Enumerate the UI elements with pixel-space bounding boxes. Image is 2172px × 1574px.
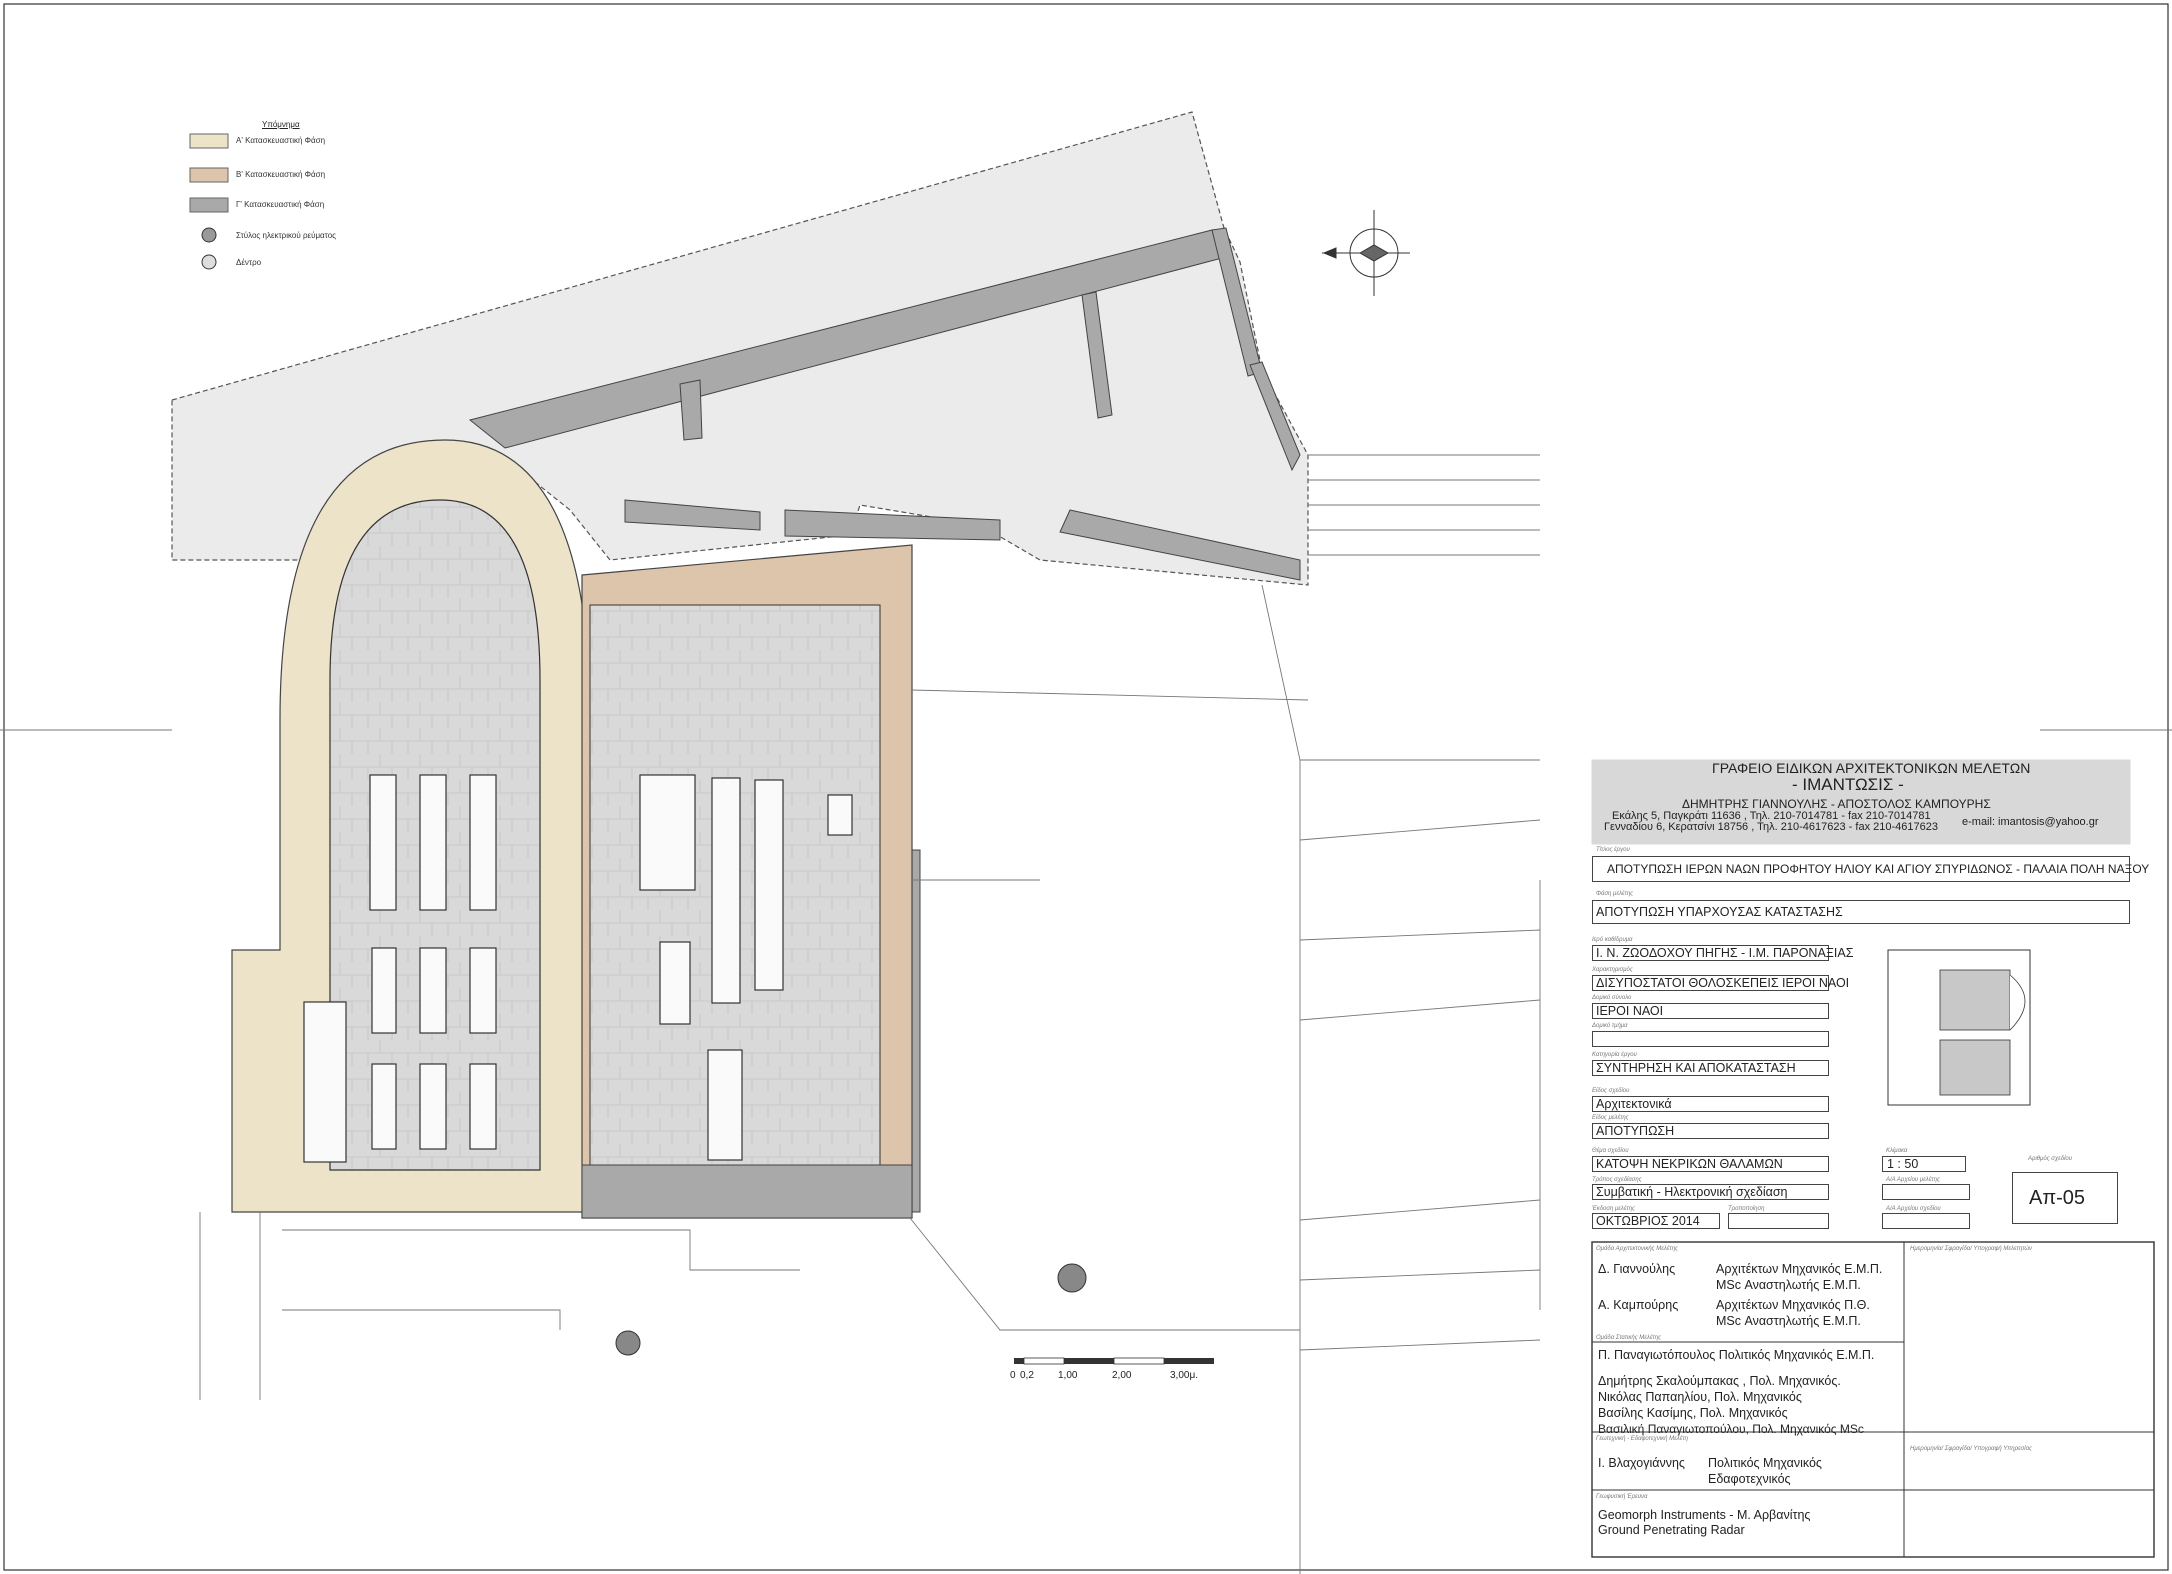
phase-label: Φάση μελέτης [1596, 891, 1634, 897]
geo-title-2: Εδαφοτεχνικός [1708, 1472, 1791, 1486]
drawing-type-label: Είδος σχεδίου [1592, 1088, 1630, 1094]
building-label: Δομικό σύνολο [1592, 995, 1632, 1001]
static-member-4: Βασιλική Παναγιωτοπούλου, Πολ. Μηχανικός… [1598, 1422, 1864, 1436]
arch-2-title-2: MSc Αναστηλωτής Ε.Μ.Π. [1716, 1314, 1861, 1328]
geo-name: Ι. Βλαχογιάννης [1598, 1456, 1685, 1470]
building-box: ΙΕΡΟΙ ΝΑΟΙ [1592, 1003, 1829, 1019]
signature-label: Ημερομηνία/ Σφραγίδα/ Υπογραφή Μελετητών [1910, 1246, 2032, 1252]
office-brand: - ΙΜΑΝΤΩΣΙΣ - [1792, 775, 1904, 794]
legend-tree: Δέντρο [236, 258, 262, 267]
study-type-label: Είδος μελέτης [1592, 1115, 1629, 1121]
study-type-value: ΑΠΟΤΥΠΩΣΗ [1596, 1124, 1675, 1138]
subject-value: ΚΑΤΟΨΗ ΝΕΚΡΙΚΩΝ ΘΑΛΑΜΩΝ [1596, 1157, 1783, 1171]
office-email: e-mail: imantosis@yahoo.gr [1962, 816, 2099, 828]
category-label: Κατηγορία έργου [1592, 1052, 1637, 1058]
office-partners: ΔΗΜΗΤΡΗΣ ΓΙΑΝΝΟΥΛΗΣ - ΑΠΟΣΤΟΛΟΣ ΚΑΜΠΟΥΡΗ… [1682, 797, 1991, 811]
drawing-number-value: Απ-05 [2029, 1187, 2086, 1209]
scale-tick-1: 0,2 [1020, 1370, 1034, 1381]
office-address-2: Γενναδίου 6, Κερατσίνι 18756 , Τηλ. 210-… [1604, 821, 1938, 833]
method-box: Συμβατική - Ηλεκτρονική σχεδίαση [1592, 1184, 1829, 1200]
phase-value: ΑΠΟΤΥΠΩΣΗ ΥΠΑΡΧΟΥΣΑΣ ΚΑΤΑΣΤΑΣΗΣ [1596, 905, 1843, 919]
revision-box[interactable] [1728, 1213, 1829, 1229]
date-label: Έκδοση μελέτης [1592, 1206, 1635, 1212]
owner-box: Ι. Ν. ΖΩΟΔΟΧΟΥ ΠΗΓΗΣ - Ι.Μ. ΠΑΡΟΝΑΞΙΑΣ [1592, 945, 1853, 961]
scale-tick-2: 1,00 [1058, 1370, 1078, 1381]
project-label: Τίτλος έργου [1596, 847, 1630, 853]
date-box: ΟΚΤΩΒΡΙΟΣ 2014 [1592, 1213, 1720, 1229]
date-value: ΟΚΤΩΒΡΙΟΣ 2014 [1596, 1214, 1700, 1228]
drawing-sheet: Υπόμνημα Α' Κατασκευαστική Φάση Β' Κατασ… [0, 0, 2172, 1574]
arch-team-label: Ομάδα Αρχιτεκτονικής Μελέτης [1596, 1246, 1678, 1252]
file2-box[interactable] [1882, 1213, 1970, 1229]
drawing-number-box: Απ-05 [2012, 1172, 2118, 1224]
geophys-label: Γεωφυσική Έρευνα [1596, 1494, 1648, 1500]
static-lead: Π. Παναγιωτόπουλος Πολιτικός Μηχανικός Ε… [1598, 1348, 1875, 1362]
file-label: Α/Α Αρχείου μελέτης [1886, 1177, 1940, 1183]
tree-icon [615, 1263, 1087, 1356]
scale-value: 1 : 50 [1887, 1157, 1919, 1171]
subject-label: Θέμα σχεδίου [1592, 1148, 1629, 1154]
scale-tick-0: 0 [1010, 1370, 1016, 1381]
type-label: Χαρακτηρισμός [1592, 967, 1633, 973]
geo-title-1: Πολιτικός Μηχανικός [1708, 1456, 1822, 1470]
arch-1-name: Δ. Γιαννούλης [1598, 1262, 1676, 1276]
subject-box: ΚΑΤΟΨΗ ΝΕΚΡΙΚΩΝ ΘΑΛΑΜΩΝ [1592, 1156, 1829, 1172]
project-box: ΑΠΟΤΥΠΩΣΗ ΙΕΡΩΝ ΝΑΩΝ ΠΡΟΦΗΤΟΥ ΗΛΙΟΥ ΚΑΙ … [1592, 856, 2149, 882]
legend-title: Υπόμνημα [262, 120, 300, 129]
file-box[interactable] [1882, 1184, 1970, 1200]
scale-tick-4: 3,00μ. [1170, 1370, 1199, 1381]
static-member-1: Δημήτρης Σκαλούμπακας , Πολ. Μηχανικός. [1598, 1374, 1841, 1388]
north-arrow-icon [1322, 210, 1410, 296]
office-name: ΓΡΑΦΕΙΟ ΕΙΔΙΚΩΝ ΑΡΧΙΤΕΚΤΟΝΙΚΩΝ ΜΕΛΕΤΩΝ [1712, 760, 2031, 776]
signature-2-label: Ημερομηνία/ Σφραγίδα/ Υπογραφή Υπηρεσίας [1910, 1446, 2032, 1452]
static-member-3: Βασίλης Κασίμης, Πολ. Μηχανικός [1598, 1406, 1788, 1420]
method-label: Τρόπος σχεδίασης [1592, 1177, 1642, 1183]
legend-phase-a: Α' Κατασκευαστική Φάση [236, 136, 326, 145]
phase-b-chamber [581, 544, 913, 1219]
legend-swatches [189, 133, 229, 270]
owner-value: Ι. Ν. ΖΩΟΔΟΧΟΥ ΠΗΓΗΣ - Ι.Μ. ΠΑΡΟΝΑΞΙΑΣ [1596, 946, 1854, 960]
building-value: ΙΕΡΟΙ ΝΑΟΙ [1596, 1004, 1664, 1018]
arch-1-title-1: Αρχιτέκτων Μηχανικός Ε.Μ.Π. [1716, 1262, 1883, 1276]
legend-pole: Στύλος ηλεκτρικού ρεύματος [236, 231, 337, 240]
geophys-2: Ground Penetrating Radar [1598, 1523, 1745, 1537]
legend-phase-b: Β' Κατασκευαστική Φάση [236, 170, 326, 179]
legend-phase-c: Γ' Κατασκευαστική Φάση [236, 200, 325, 209]
owner-label: Ιερό καθίδρυμα [1592, 937, 1633, 943]
project-value: ΑΠΟΤΥΠΩΣΗ ΙΕΡΩΝ ΝΑΩΝ ΠΡΟΦΗΤΟΥ ΗΛΙΟΥ ΚΑΙ … [1607, 862, 2150, 876]
category-box: ΣΥΝΤΗΡΗΣΗ ΚΑΙ ΑΠΟΚΑΤΑΣΤΑΣΗ [1592, 1060, 1829, 1076]
key-plan-icon [1887, 949, 2031, 1106]
part-box [1592, 1031, 1829, 1047]
drawing-number-label: Αριθμός σχεδίου [2028, 1156, 2073, 1162]
drawing-type-box: Αρχιτεκτονικά [1592, 1096, 1829, 1112]
arch-2-title-1: Αρχιτέκτων Μηχανικός Π.Θ. [1716, 1298, 1870, 1312]
method-value: Συμβατική - Ηλεκτρονική σχεδίαση [1596, 1185, 1788, 1199]
scale-tick-3: 2,00 [1112, 1370, 1132, 1381]
arch-2-name: Α. Καμπούρης [1598, 1298, 1679, 1312]
drawing-type-value: Αρχιτεκτονικά [1596, 1097, 1672, 1111]
geo-label: Γεωτεχνική - Εδαφοτεχνική Μελέτη [1596, 1436, 1688, 1442]
arch-1-title-2: MSc Αναστηλωτής Ε.Μ.Π. [1716, 1278, 1861, 1292]
static-team-label: Ομάδα Στατικής Μελέτης [1596, 1335, 1661, 1341]
phase-box: ΑΠΟΤΥΠΩΣΗ ΥΠΑΡΧΟΥΣΑΣ ΚΑΤΑΣΤΑΣΗΣ [1592, 900, 2130, 924]
revision-label: Τροποποίηση [1728, 1206, 1765, 1212]
category-value: ΣΥΝΤΗΡΗΣΗ ΚΑΙ ΑΠΟΚΑΤΑΣΤΑΣΗ [1596, 1061, 1796, 1075]
type-value: ΔΙΣΥΠΟΣΤΑΤΟΙ ΘΟΛΟΣΚΕΠΕΙΣ ΙΕΡΟΙ ΝΑΟΙ [1596, 976, 1850, 990]
type-box: ΔΙΣΥΠΟΣΤΑΤΟΙ ΘΟΛΟΣΚΕΠΕΙΣ ΙΕΡΟΙ ΝΑΟΙ [1592, 975, 1849, 991]
static-member-2: Νικόλας Παπαηλίου, Πολ. Μηχανικός [1598, 1390, 1802, 1404]
scale-label: Κλίμακα [1886, 1148, 1908, 1154]
file2-label: Α/Α Αρχείου σχεδίου [1886, 1206, 1941, 1212]
scale-box: 1 : 50 [1882, 1156, 1966, 1172]
geophys-1: Geomorph Instruments - Μ. Αρβανίτης [1598, 1508, 1811, 1522]
part-label: Δομικό τμήμα [1592, 1023, 1628, 1029]
scale-bar [1014, 1357, 1214, 1365]
study-type-box: ΑΠΟΤΥΠΩΣΗ [1592, 1123, 1829, 1139]
